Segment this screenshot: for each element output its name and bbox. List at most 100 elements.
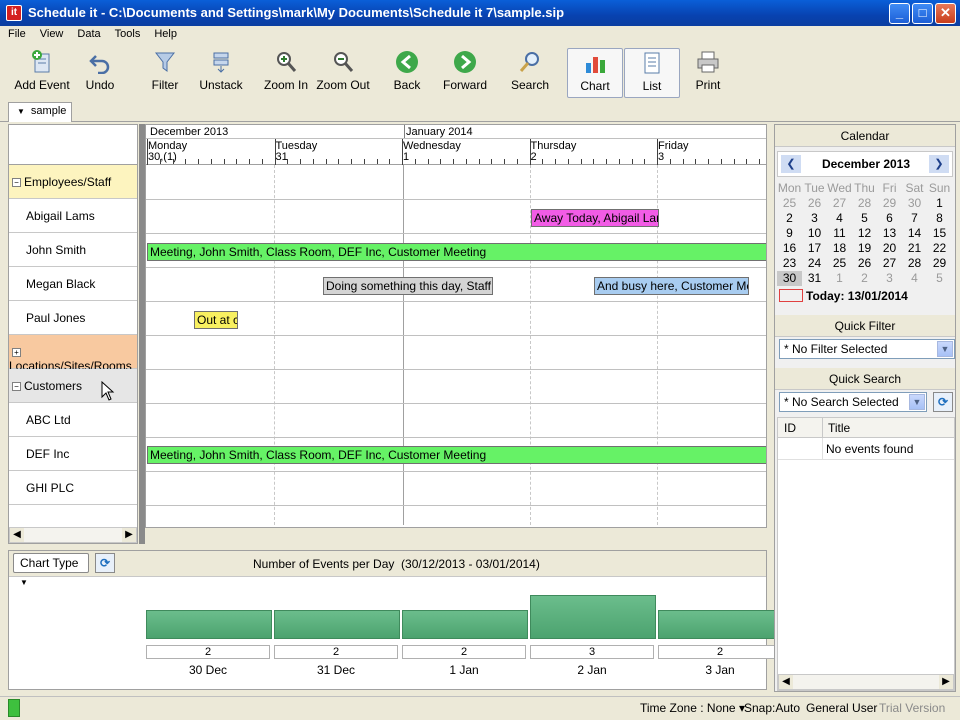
calendar-day[interactable]: 22	[927, 241, 952, 256]
event-john-meeting[interactable]: Meeting, John Smith, Class Room, DEF Inc…	[147, 243, 766, 261]
calendar-day[interactable]: 17	[802, 241, 827, 256]
chevron-down-icon[interactable]: ▼	[909, 394, 925, 410]
zoom-out-button[interactable]: Zoom Out	[316, 48, 370, 98]
calendar-day[interactable]: 5	[927, 271, 952, 286]
timezone-selector[interactable]: Time Zone : None ▾	[640, 701, 745, 715]
today-link[interactable]: Today: 13/01/2014	[806, 289, 908, 303]
resource-hscrollbar[interactable]: ◀ ▶	[9, 527, 137, 543]
chart-toggle-button[interactable]: Chart	[567, 48, 623, 98]
menu-data[interactable]: Data	[69, 26, 106, 40]
resource-abc-ltd[interactable]: ABC Ltd	[9, 403, 137, 437]
print-button[interactable]: Print	[690, 48, 726, 98]
resource-abigail-lams[interactable]: Abigail Lams	[9, 199, 137, 233]
menu-tools[interactable]: Tools	[107, 26, 147, 40]
calendar-day[interactable]: 15	[927, 226, 952, 241]
menu-help[interactable]: Help	[146, 26, 183, 40]
search-refresh-icon[interactable]: ⟳	[933, 392, 953, 412]
calendar-day[interactable]: 31	[802, 271, 827, 286]
calendar-day[interactable]: 2	[852, 271, 877, 286]
event-def-meeting[interactable]: Meeting, John Smith, Class Room, DEF Inc…	[147, 446, 766, 464]
group-employees-staff[interactable]: − Employees/Staff	[9, 165, 137, 199]
filter-button[interactable]: Filter	[146, 48, 184, 98]
calendar-day[interactable]: 26	[852, 256, 877, 271]
collapse-icon[interactable]: −	[12, 382, 21, 391]
col-id[interactable]: ID	[784, 421, 796, 435]
unstack-button[interactable]: Unstack	[196, 48, 246, 98]
calendar-day[interactable]: 14	[902, 226, 927, 241]
calendar-day[interactable]: 26	[802, 196, 827, 211]
event-abigail-away[interactable]: Away Today, Abigail Lams	[531, 209, 659, 227]
collapse-icon[interactable]: −	[12, 178, 21, 187]
calendar-day[interactable]: 29	[877, 196, 902, 211]
back-button[interactable]: Back	[388, 48, 426, 98]
expand-icon[interactable]: +	[12, 348, 21, 357]
scroll-right-icon[interactable]: ▶	[939, 675, 953, 689]
menu-view[interactable]: View	[32, 26, 70, 40]
calendar-day[interactable]: 11	[827, 226, 852, 241]
chart-bar[interactable]	[146, 609, 272, 639]
calendar-day[interactable]: 16	[777, 241, 802, 256]
list-toggle-button[interactable]: List	[624, 48, 680, 98]
resource-ghi-plc[interactable]: GHI PLC	[9, 471, 137, 505]
scroll-right-icon[interactable]: ▶	[122, 528, 136, 542]
calendar-day[interactable]: 18	[827, 241, 852, 256]
calendar-day[interactable]: 30	[902, 196, 927, 211]
calendar-day[interactable]: 9	[777, 226, 802, 241]
calendar-day[interactable]: 24	[802, 256, 827, 271]
event-megan-customer-meeting[interactable]: And busy here, Customer Meeting	[594, 277, 749, 295]
calendar-day[interactable]: 23	[777, 256, 802, 271]
calendar-day[interactable]: 27	[877, 256, 902, 271]
results-hscrollbar[interactable]: ◀ ▶	[778, 674, 954, 690]
event-paul-out[interactable]: Out at c	[194, 311, 238, 329]
snap-setting[interactable]: Snap:Auto	[744, 701, 800, 715]
calendar-day[interactable]: 10	[802, 226, 827, 241]
calendar-day[interactable]: 29	[927, 256, 952, 271]
maximize-button[interactable]: □	[912, 3, 933, 24]
calendar-day[interactable]: 20	[877, 241, 902, 256]
chart-bar[interactable]	[402, 609, 528, 639]
forward-button[interactable]: Forward	[442, 48, 488, 98]
undo-button[interactable]: Undo	[80, 48, 120, 98]
calendar-day[interactable]: 4	[827, 211, 852, 226]
calendar-day[interactable]: 19	[852, 241, 877, 256]
calendar-day[interactable]: 4	[902, 271, 927, 286]
calendar-day[interactable]: 13	[877, 226, 902, 241]
schedule-hscrollbar[interactable]: ◀ ▶	[146, 527, 766, 528]
calendar-day[interactable]: 3	[802, 211, 827, 226]
minimize-button[interactable]: _	[889, 3, 910, 24]
chart-bar[interactable]	[274, 609, 400, 639]
scroll-left-icon[interactable]: ◀	[779, 675, 793, 689]
chart-refresh-icon[interactable]: ⟳	[95, 553, 115, 573]
calendar-day[interactable]: 1	[927, 196, 952, 211]
resource-john-smith[interactable]: John Smith	[9, 233, 137, 267]
chart-bar[interactable]	[658, 609, 784, 639]
resource-paul-jones[interactable]: Paul Jones	[9, 301, 137, 335]
calendar-day[interactable]: 2	[777, 211, 802, 226]
zoom-in-button[interactable]: Zoom In	[262, 48, 310, 98]
calendar-day[interactable]: 21	[902, 241, 927, 256]
resource-megan-black[interactable]: Megan Black	[9, 267, 137, 301]
calendar-day[interactable]: 12	[852, 226, 877, 241]
tab-dropdown-icon[interactable]: ▼	[17, 107, 25, 116]
chart-bar[interactable]	[530, 595, 656, 639]
calendar-day[interactable]: 25	[777, 196, 802, 211]
group-customers[interactable]: − Customers	[9, 369, 137, 403]
calendar-day[interactable]: 30	[777, 271, 802, 286]
calendar-day[interactable]: 1	[827, 271, 852, 286]
quick-search-dropdown[interactable]: * No Search Selected ▼	[779, 392, 927, 412]
calendar-day[interactable]: 3	[877, 271, 902, 286]
resource-def-inc[interactable]: DEF Inc	[9, 437, 137, 471]
prev-month-button[interactable]: ❮	[781, 155, 801, 173]
quick-filter-dropdown[interactable]: * No Filter Selected ▼	[779, 339, 955, 359]
schedule-grid[interactable]: December 2013 January 2014 Monday 30,(1) T…	[145, 124, 767, 528]
calendar-day[interactable]: 25	[827, 256, 852, 271]
scroll-left-icon[interactable]: ◀	[10, 528, 24, 542]
group-locations[interactable]: +Locations/Sites/Rooms	[9, 335, 137, 373]
search-button[interactable]: Search	[510, 48, 550, 98]
col-title[interactable]: Title	[828, 421, 850, 435]
next-month-button[interactable]: ❯	[929, 155, 949, 173]
close-button[interactable]: ✕	[935, 3, 956, 24]
calendar-day[interactable]: 27	[827, 196, 852, 211]
calendar-day[interactable]: 8	[927, 211, 952, 226]
add-event-button[interactable]: Add Event	[12, 48, 72, 98]
